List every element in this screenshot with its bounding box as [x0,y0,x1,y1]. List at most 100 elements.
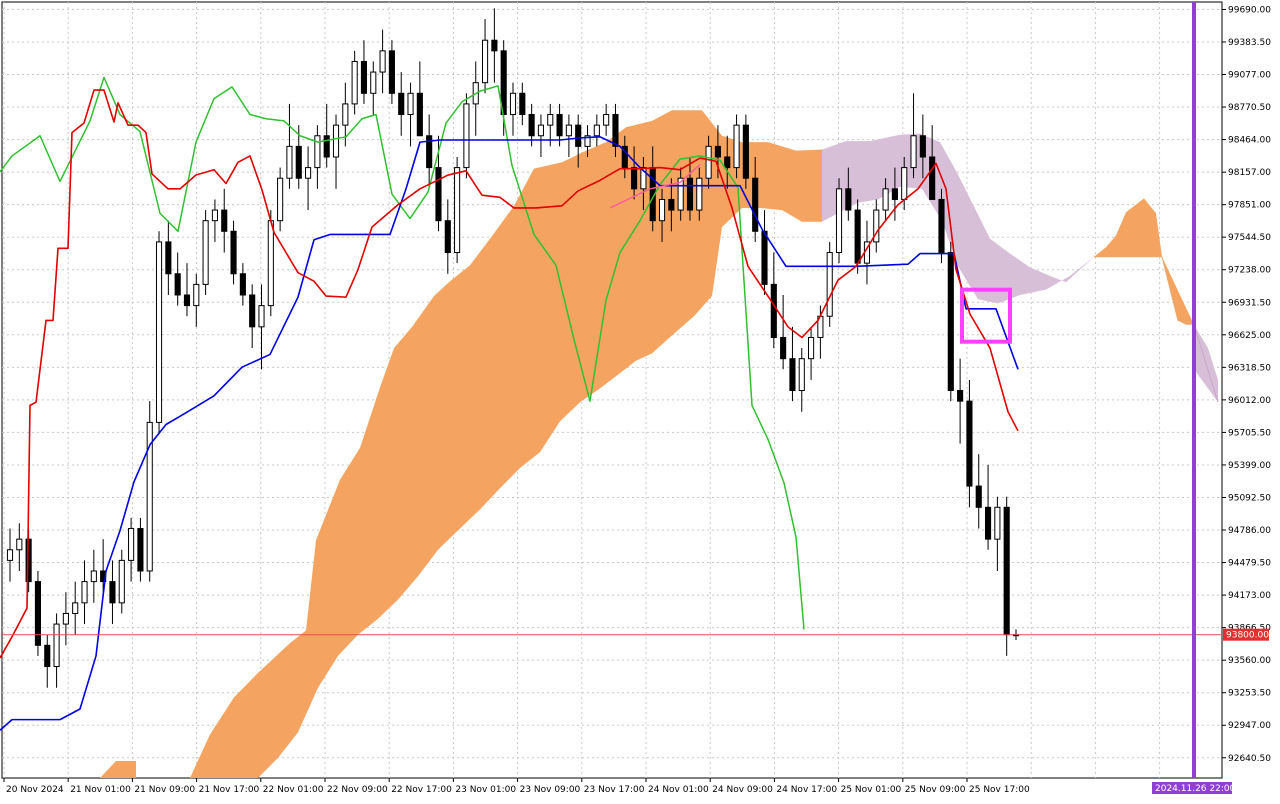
candle-bearish [947,252,954,392]
candle-bullish [53,623,60,668]
x-tick-label: 22 Nov 09:00 [327,785,388,795]
candle-bearish [249,294,256,328]
candle-bearish [398,92,405,116]
y-tick-label: 98157.00 [1228,168,1271,178]
candle-bearish [668,198,675,211]
candle-bullish [128,528,135,561]
candle-bullish [305,167,312,179]
candle-bearish [891,188,898,200]
y-tick-label: 96931.50 [1228,298,1271,308]
candle-bullish [379,50,386,73]
x-tick-label: 23 Nov 01:00 [455,785,516,795]
candle-bullish [808,336,815,360]
y-tick-label: 98770.50 [1228,103,1271,113]
y-tick-label: 94173.00 [1228,591,1271,601]
candle-bearish [975,485,982,508]
candle-bearish [444,220,451,254]
candle-bullish [696,177,703,211]
candle-bearish [724,156,731,169]
x-tick-label: 21 Nov 17:00 [199,785,260,795]
candle-bearish [109,581,116,604]
candle-bullish [547,114,554,126]
candle-bullish [81,581,88,604]
candle-bullish [62,612,69,625]
x-tick-label: 23 Nov 09:00 [520,785,581,795]
x-tick-label: 22 Nov 01:00 [263,785,324,795]
y-tick-label: 94786.00 [1228,526,1271,536]
candle-bullish [193,283,200,307]
candle-bullish [910,135,917,169]
x-tick-label: 25 Nov 17:00 [969,785,1030,795]
y-tick-label: 96625.00 [1228,331,1271,341]
candle-bearish [416,92,423,137]
candle-bearish [957,390,964,402]
future-time-label: 2024.11.26 22:00 [1155,784,1236,794]
price-chart[interactable]: 99690.00 99383.50 99077.00 98770.50 98464.00… [0,0,1280,800]
candle-bullish [286,145,293,179]
y-tick-label: 93560.00 [1228,656,1271,666]
candle-bearish [938,198,945,254]
candle-bullish [603,114,610,126]
y-tick-label: 94479.50 [1228,559,1271,569]
chart-area[interactable]: 99690.00 99383.50 99077.00 98770.50 98464.00… [0,0,1280,800]
x-tick-label: 25 Nov 09:00 [905,785,966,795]
candle-bullish [481,39,489,84]
candle-bearish [165,241,172,275]
candle-bullish [537,124,545,137]
candle-bearish [612,114,619,147]
y-tick-label: 97544.50 [1228,233,1271,243]
candle-bullish [155,241,163,423]
candle-bearish [761,230,768,285]
candle-bullish [90,570,97,583]
y-tick-label: 93253.50 [1228,689,1271,699]
candle-bearish [360,60,368,94]
candle-bearish [556,114,563,137]
x-tick-label: 21 Nov 09:00 [134,785,195,795]
y-tick-label: 95092.50 [1228,493,1271,503]
candle-bullish [901,167,908,200]
candle-bullish [342,103,349,126]
candle-bullish [72,602,79,614]
x-tick-label: 23 Nov 17:00 [584,785,645,795]
candle-bullish [882,188,889,211]
candle-bearish [221,209,228,232]
candle-bullish [407,92,414,116]
candle-bearish [34,581,42,646]
candle-bullish [267,220,274,307]
candle-bullish [370,71,377,94]
y-tick-label: 92640.50 [1228,754,1271,764]
candle-bearish [239,273,246,296]
current-price-label: 93800.00 [1226,631,1269,641]
candle-bullish [258,305,265,328]
y-tick-label: 96012.00 [1228,396,1271,406]
candle-bearish [752,177,759,232]
candle-bearish [575,124,582,147]
candle-bullish [454,167,461,254]
x-tick-label: 20 Nov 2024 [6,785,64,795]
candle-bearish [323,135,330,158]
candle-bearish [984,506,992,540]
x-tick-label: 24 Nov 01:00 [648,785,709,795]
candle-bullish [826,252,833,317]
candle-bullish [6,549,14,561]
x-tick-label: 24 Nov 17:00 [776,785,837,795]
candle-bearish [631,167,638,190]
candle-bullish [835,188,843,254]
candle-bullish [798,358,805,392]
candle-bullish [211,209,218,222]
candle-bullish [332,124,340,158]
candle-bearish [919,135,926,158]
current-price-tag: 93800.00 [1223,628,1269,641]
candle-bearish [966,400,973,487]
candle-bearish [780,336,787,360]
x-tick-label: 25 Nov 01:00 [841,785,902,795]
candle-bullish [202,220,209,285]
candle-bearish [174,273,181,296]
candle-bullish [351,60,358,105]
candle-bearish [137,528,144,572]
candle-bullish [509,92,517,116]
candle-bearish [183,294,191,307]
x-tick-label: 24 Nov 09:00 [712,785,773,795]
x-tick-label: 22 Nov 17:00 [391,785,452,795]
candle-bullish [658,198,666,222]
